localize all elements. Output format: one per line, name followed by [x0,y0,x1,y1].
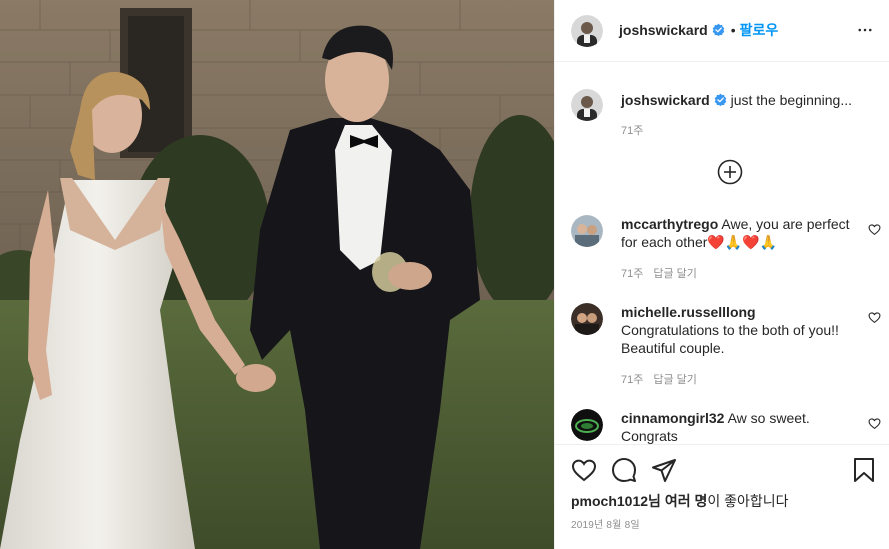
comment-text: Congratulations to the both of you!! Bea… [621,322,839,356]
load-more-comments-icon[interactable] [717,159,743,185]
comment-text-line: michelle.russelllong Congratulations to t… [621,303,857,357]
comment-text-line: mccarthytrego Awe, you are perfect for e… [621,215,857,251]
comment-username[interactable]: mccarthytrego [621,216,718,232]
likes-user[interactable]: pmoch1012 [571,493,648,509]
follow-button[interactable]: 팔로우 [740,22,779,38]
commenter-avatar[interactable] [571,409,603,441]
author-avatar[interactable] [571,14,603,47]
comment-like-heart-icon[interactable] [868,311,881,324]
post-actions-bar: pmoch1012님 여러 명이 좋아합니다 2019년 8월 8일 [555,444,889,549]
reply-button[interactable]: 답글 달기 [653,268,697,280]
comment-username[interactable]: michelle.russelllong [621,304,756,320]
post-photo[interactable] [0,0,554,549]
comment-time[interactable]: 71주 [621,268,643,280]
commenter-avatar[interactable] [571,215,603,247]
reply-button[interactable]: 답글 달기 [653,374,697,386]
comment-icon[interactable] [611,457,637,483]
likes-summary[interactable]: pmoch1012님 여러 명이 좋아합니다 [571,491,789,511]
post-date[interactable]: 2019년 8월 8일 [571,516,640,531]
comment-time[interactable]: 71주 [621,374,643,386]
post-header: joshswickard • 팔로우 [555,0,889,62]
commenter-avatar[interactable] [571,303,603,335]
separator-dot: • [730,22,736,38]
likes-others[interactable]: 님 여러 명 [648,493,707,509]
caption-text: just the beginning... [730,92,853,108]
comment-text-line: cinnamongirl32 Aw so sweet. Congrats [621,409,857,444]
post-side-panel: joshswickard • 팔로우 joshswickard just the b… [554,0,889,549]
more-options-icon[interactable] [856,21,874,39]
likes-suffix: 이 좋아합니다 [707,493,789,509]
comment-username[interactable]: cinnamongirl32 [621,410,724,426]
caption-author-avatar[interactable] [571,89,603,121]
heart-icon[interactable] [571,457,597,483]
author-line: joshswickard • 팔로우 [619,20,778,40]
share-icon[interactable] [651,457,677,483]
bookmark-icon[interactable] [851,457,877,483]
comment-like-heart-icon[interactable] [868,223,881,236]
caption-text-line: joshswickard just the beginning... [621,91,889,109]
comment-like-heart-icon[interactable] [868,417,881,430]
caption-meta: 71주 [621,122,643,138]
verified-badge-icon [712,23,725,36]
comment-meta: 71주 답글 달기 [621,265,697,281]
comments-section[interactable]: joshswickard just the beginning... 71주 m… [555,63,889,444]
caption-time[interactable]: 71주 [621,125,643,137]
comment-meta: 71주 답글 달기 [621,371,697,387]
wedding-photo-image [0,0,554,549]
verified-badge-icon [714,93,727,106]
caption-username[interactable]: joshswickard [621,92,710,108]
author-username[interactable]: joshswickard [619,22,708,38]
